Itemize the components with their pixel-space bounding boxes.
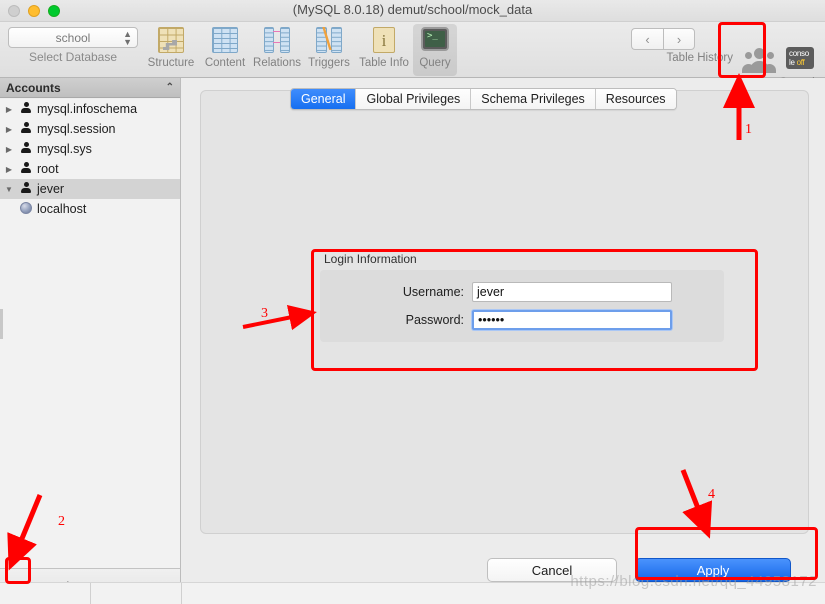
window-title: (MySQL 8.0.18) demut/school/mock_data bbox=[292, 2, 533, 17]
user-icon bbox=[18, 162, 34, 176]
sidebar-item-label: jever bbox=[37, 182, 65, 196]
accounts-sidebar: Accounts ⌃ ▶ mysql.infoschema ▶ mysql.se… bbox=[0, 78, 181, 568]
toolbar-item-table-info-label: Table Info bbox=[359, 57, 409, 69]
sidebar-item-mysql-session[interactable]: ▶ mysql.session bbox=[0, 119, 180, 139]
toolbar: school ▲ ▼ Select Database Structure Cont… bbox=[0, 22, 825, 89]
database-select[interactable]: school ▲ ▼ bbox=[8, 27, 138, 48]
user-icon bbox=[18, 102, 34, 116]
toolbar-item-query-label: Query bbox=[419, 57, 451, 69]
toolbar-item-triggers-label: Triggers bbox=[308, 57, 350, 69]
nav-back-button[interactable]: ‹ bbox=[631, 28, 663, 50]
tab-general[interactable]: General bbox=[291, 89, 357, 109]
disclosure-triangle-icon[interactable]: ▶ bbox=[0, 145, 18, 154]
user-icon bbox=[18, 182, 34, 196]
annotation-number-1: 1 bbox=[745, 122, 752, 137]
annotation-number-4: 4 bbox=[708, 487, 715, 502]
sidebar-item-label: mysql.sys bbox=[37, 142, 92, 156]
table-info-icon bbox=[369, 27, 399, 55]
content-icon bbox=[210, 27, 240, 55]
toolbar-item-content[interactable]: Content bbox=[198, 24, 252, 76]
tab-schema-privileges[interactable]: Schema Privileges bbox=[471, 89, 596, 109]
disclosure-triangle-icon[interactable]: ▶ bbox=[0, 165, 18, 174]
console-icon-line2b: off bbox=[796, 58, 805, 67]
toolbar-item-content-label: Content bbox=[204, 57, 246, 69]
app-window: (MySQL 8.0.18) demut/school/mock_data sc… bbox=[0, 0, 825, 604]
tab-global-privileges[interactable]: Global Privileges bbox=[356, 89, 472, 109]
chevron-up-icon[interactable]: ⌃ bbox=[166, 82, 174, 93]
toolbar-item-triggers[interactable]: ╲ Triggers bbox=[302, 24, 356, 76]
sidebar-scrollbar[interactable] bbox=[0, 309, 3, 339]
sidebar-header[interactable]: Accounts ⌃ bbox=[0, 78, 180, 98]
tab-resources[interactable]: Resources bbox=[595, 89, 676, 109]
sidebar-item-localhost[interactable]: localhost bbox=[0, 199, 180, 219]
disclosure-triangle-icon[interactable]: ▶ bbox=[0, 105, 18, 114]
sidebar-item-label: mysql.infoschema bbox=[37, 102, 138, 116]
annotation-number-2: 2 bbox=[58, 514, 65, 529]
toolbar-item-structure[interactable]: Structure bbox=[144, 24, 198, 76]
accounts-list: ▶ mysql.infoschema ▶ mysql.session ▶ mys… bbox=[0, 99, 180, 568]
annotation-number-3: 3 bbox=[261, 306, 268, 321]
sidebar-item-root[interactable]: ▶ root bbox=[0, 159, 180, 179]
toolbar-item-query[interactable]: >_ Query bbox=[413, 24, 457, 76]
relations-icon bbox=[262, 27, 292, 55]
console-icon-line1: conso bbox=[789, 49, 809, 58]
sidebar-item-label: mysql.session bbox=[37, 122, 116, 136]
globe-icon bbox=[18, 201, 34, 217]
user-icon bbox=[18, 122, 34, 136]
sidebar-header-label: Accounts bbox=[6, 80, 61, 95]
query-icon: >_ bbox=[420, 27, 450, 55]
nav-forward-button[interactable]: › bbox=[663, 28, 695, 50]
disclosure-triangle-icon[interactable]: ▶ bbox=[0, 125, 18, 134]
general-panel bbox=[200, 90, 809, 534]
privileges-tabs: General Global Privileges Schema Privile… bbox=[290, 88, 677, 110]
toolbar-item-relations-label: Relations bbox=[253, 57, 301, 69]
console-icon: conso le off bbox=[785, 47, 815, 75]
triggers-icon: ╲ bbox=[314, 27, 344, 55]
sidebar-item-label: localhost bbox=[37, 202, 87, 216]
user-icon bbox=[18, 142, 34, 156]
table-history-label: Table History bbox=[666, 52, 733, 64]
disclosure-triangle-expanded-icon[interactable]: ▼ bbox=[0, 185, 18, 194]
users-icon bbox=[739, 47, 776, 75]
watermark: https://blog.csdn.net/qq_44958172 bbox=[570, 573, 817, 590]
sidebar-item-mysql-sys[interactable]: ▶ mysql.sys bbox=[0, 139, 180, 159]
sidebar-item-jever[interactable]: ▼ jever bbox=[0, 179, 180, 199]
structure-icon bbox=[156, 27, 186, 55]
database-select-value: school bbox=[55, 30, 91, 45]
toolbar-item-structure-label: Structure bbox=[147, 57, 195, 69]
content-area bbox=[182, 78, 825, 604]
sidebar-item-mysql-infoschema[interactable]: ▶ mysql.infoschema bbox=[0, 99, 180, 119]
toolbar-item-relations[interactable]: Relations bbox=[250, 24, 304, 76]
sidebar-item-label: root bbox=[37, 162, 59, 176]
table-history-nav: ‹ › bbox=[631, 28, 695, 50]
title-bar: (MySQL 8.0.18) demut/school/mock_data bbox=[0, 0, 825, 22]
database-select-label: Select Database bbox=[28, 50, 118, 64]
stepper-icon: ▲ ▼ bbox=[123, 29, 132, 47]
console-icon-line2a: le bbox=[789, 58, 797, 67]
toolbar-item-table-info[interactable]: Table Info bbox=[353, 24, 415, 76]
